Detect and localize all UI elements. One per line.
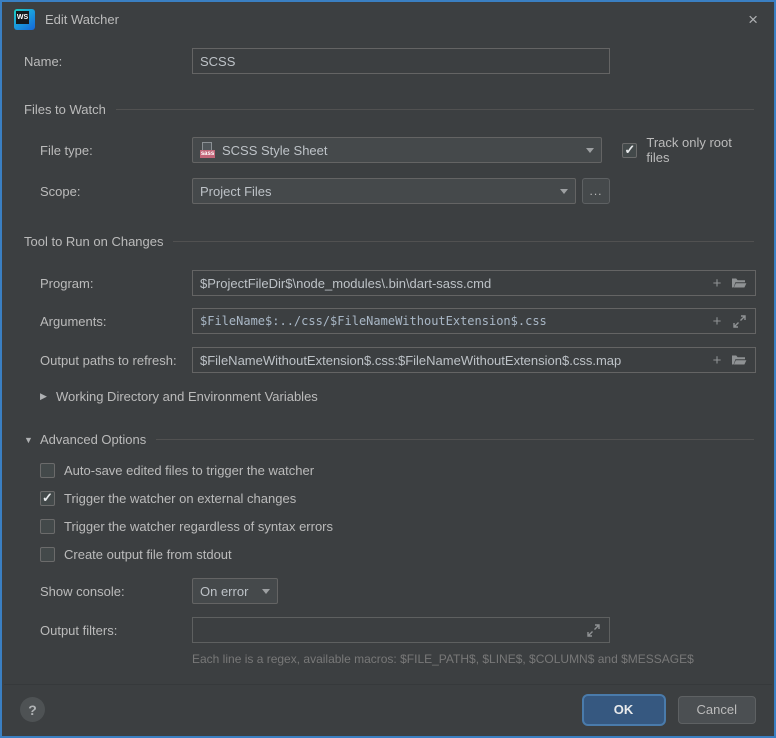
section-separator [156, 439, 754, 440]
file-type-row: File type: sass SCSS Style Sheet Track o… [24, 135, 756, 165]
help-button[interactable]: ? [20, 697, 45, 722]
program-row: Program: $ProjectFileDir$\node_modules\.… [24, 270, 756, 296]
output-filters-input[interactable] [192, 617, 610, 643]
expand-field-icon[interactable] [584, 621, 602, 639]
file-type-label: File type: [24, 143, 192, 158]
stdout-checkbox[interactable]: Create output file from stdout [40, 547, 232, 562]
stdout-checkbox-row: Create output file from stdout [24, 547, 756, 562]
output-filters-row: Output filters: [24, 617, 756, 643]
checkbox-box [40, 547, 55, 562]
tool-to-run-section-header: Tool to Run on Changes [24, 234, 756, 249]
output-paths-label: Output paths to refresh: [24, 353, 192, 368]
output-paths-value: $FileNameWithoutExtension$.css:$FileName… [200, 353, 704, 368]
checkbox-box [40, 519, 55, 534]
chevron-down-expanded-icon: ▼ [24, 435, 40, 445]
external-changes-label: Trigger the watcher on external changes [64, 491, 296, 506]
tool-to-run-title: Tool to Run on Changes [24, 234, 163, 249]
scope-dropdown[interactable]: Project Files [192, 178, 576, 204]
name-row: Name: SCSS [24, 48, 756, 74]
autosave-label: Auto-save edited files to trigger the wa… [64, 463, 314, 478]
scope-row: Scope: Project Files ... [24, 178, 756, 204]
output-paths-input[interactable]: $FileNameWithoutExtension$.css:$FileName… [192, 347, 756, 373]
dialog-title: Edit Watcher [45, 12, 119, 27]
expand-field-icon[interactable] [730, 312, 748, 330]
chevron-down-icon [560, 189, 568, 194]
autosave-checkbox-row: Auto-save edited files to trigger the wa… [24, 463, 756, 478]
arguments-label: Arguments: [24, 314, 192, 329]
syntax-errors-label: Trigger the watcher regardless of syntax… [64, 519, 333, 534]
track-only-root-files-label: Track only root files [646, 135, 756, 165]
scss-file-icon: sass [200, 142, 215, 158]
scope-label: Scope: [24, 184, 192, 199]
track-only-root-files-checkbox[interactable]: Track only root files [622, 135, 756, 165]
checkbox-box [40, 491, 55, 506]
browse-folder-icon[interactable] [730, 351, 748, 369]
insert-macro-icon[interactable]: + [708, 312, 726, 330]
syntax-errors-checkbox[interactable]: Trigger the watcher regardless of syntax… [40, 519, 333, 534]
section-separator [173, 241, 754, 242]
arguments-input[interactable]: $FileName$:../css/$FileNameWithoutExtens… [192, 308, 756, 334]
name-label: Name: [24, 54, 192, 69]
stdout-label: Create output file from stdout [64, 547, 232, 562]
name-input[interactable]: SCSS [192, 48, 610, 74]
checkbox-box [40, 463, 55, 478]
ok-button[interactable]: OK [584, 696, 664, 724]
name-value: SCSS [200, 54, 602, 69]
arguments-value: $FileName$:../css/$FileNameWithoutExtens… [200, 314, 704, 328]
chevron-down-icon [262, 589, 270, 594]
autosave-checkbox[interactable]: Auto-save edited files to trigger the wa… [40, 463, 314, 478]
chevron-right-icon: ▶ [40, 391, 56, 402]
advanced-options-title: Advanced Options [40, 432, 146, 447]
insert-macro-icon[interactable]: + [708, 351, 726, 369]
file-type-value: SCSS Style Sheet [222, 143, 328, 158]
advanced-options-section-header[interactable]: ▼ Advanced Options [24, 432, 756, 447]
output-filters-label: Output filters: [24, 623, 192, 638]
working-directory-label: Working Directory and Environment Variab… [56, 389, 318, 404]
browse-folder-icon[interactable] [730, 274, 748, 292]
arguments-row: Arguments: $FileName$:../css/$FileNameWi… [24, 308, 756, 334]
dialog-titlebar: WS Edit Watcher × [2, 2, 774, 36]
output-paths-row: Output paths to refresh: $FileNameWithou… [24, 347, 756, 373]
program-label: Program: [24, 276, 192, 291]
working-directory-toggle[interactable]: ▶ Working Directory and Environment Vari… [24, 389, 756, 404]
cancel-button[interactable]: Cancel [678, 696, 756, 724]
files-to-watch-section-header: Files to Watch [24, 102, 756, 117]
edit-watcher-dialog: WS Edit Watcher × Name: SCSS Files to Wa… [0, 0, 776, 738]
output-filters-hint: Each line is a regex, available macros: … [192, 652, 756, 666]
show-console-value: On error [200, 584, 254, 599]
file-type-dropdown[interactable]: sass SCSS Style Sheet [192, 137, 602, 163]
checkbox-box [622, 143, 637, 158]
webstorm-app-icon: WS [14, 9, 35, 30]
show-console-label: Show console: [24, 584, 192, 599]
program-value: $ProjectFileDir$\node_modules\.bin\dart-… [200, 276, 704, 291]
dialog-footer: ? OK Cancel [4, 684, 772, 734]
scope-browse-button[interactable]: ... [582, 178, 610, 204]
section-separator [116, 109, 754, 110]
chevron-down-icon [586, 148, 594, 153]
show-console-row: Show console: On error [24, 578, 756, 604]
syntax-errors-checkbox-row: Trigger the watcher regardless of syntax… [24, 519, 756, 534]
webstorm-badge: WS [16, 11, 29, 24]
external-changes-checkbox[interactable]: Trigger the watcher on external changes [40, 491, 296, 506]
program-input[interactable]: $ProjectFileDir$\node_modules\.bin\dart-… [192, 270, 756, 296]
files-to-watch-title: Files to Watch [24, 102, 106, 117]
scope-value: Project Files [200, 184, 552, 199]
show-console-dropdown[interactable]: On error [192, 578, 278, 604]
external-changes-checkbox-row: Trigger the watcher on external changes [24, 491, 756, 506]
insert-macro-icon[interactable]: + [708, 274, 726, 292]
close-icon[interactable]: × [744, 9, 762, 30]
